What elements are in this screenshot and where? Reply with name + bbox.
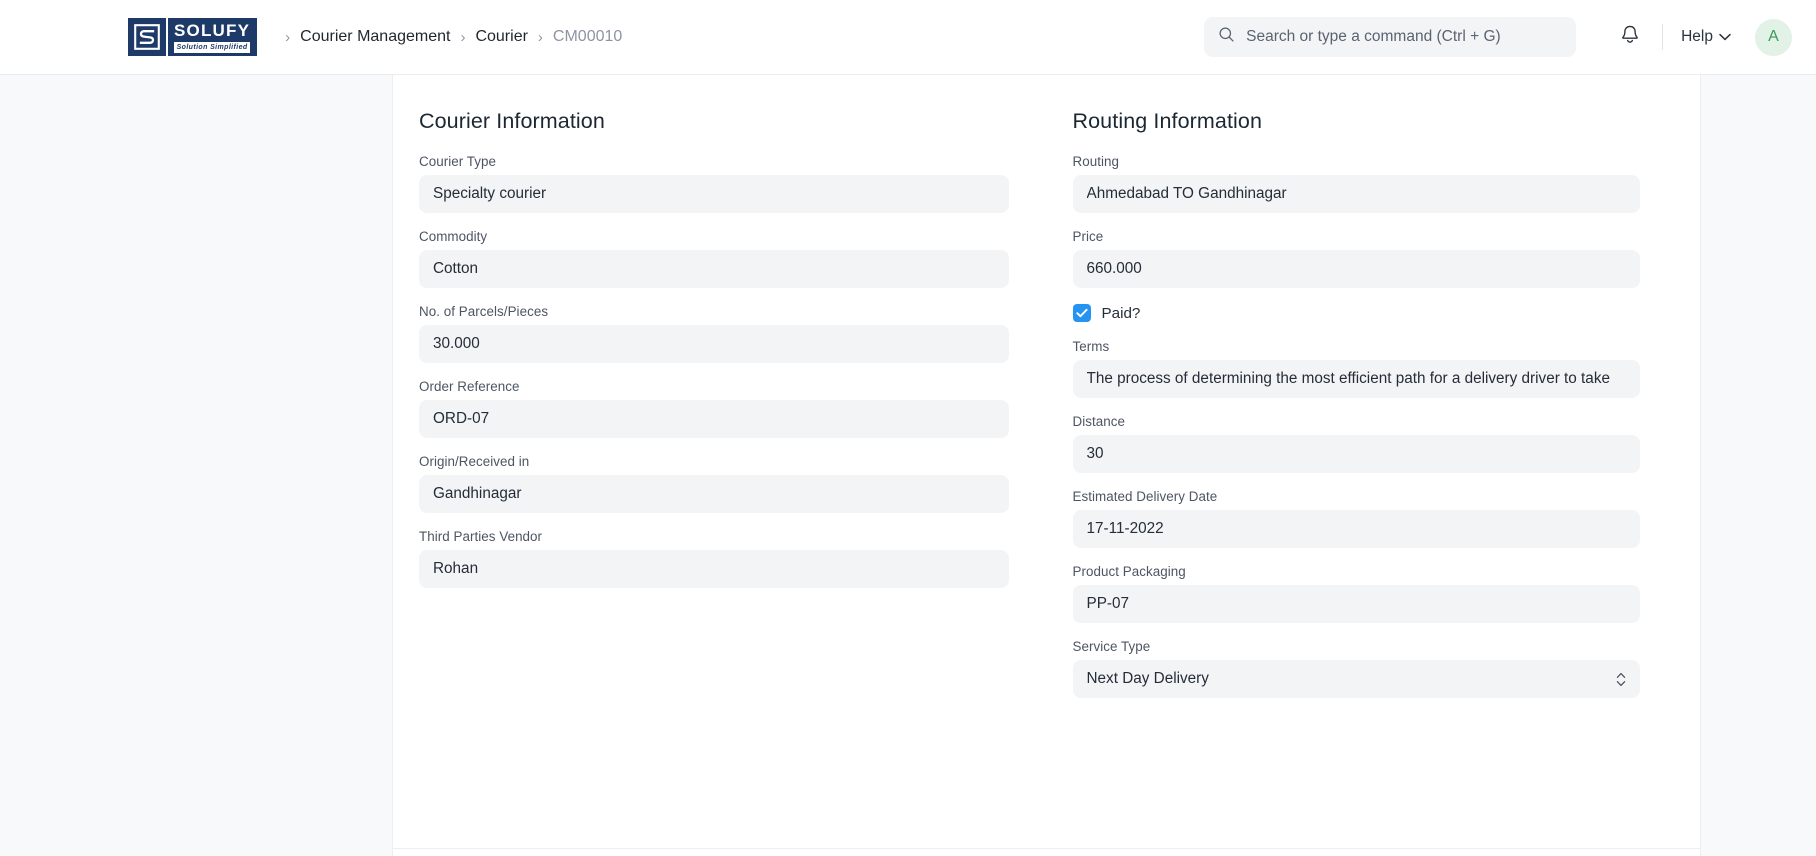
header-actions: Search or type a command (Ctrl + G) Help… [1204, 17, 1792, 57]
field-estimated-delivery-date: Estimated Delivery Date 17-11-2022 [1072, 489, 1640, 548]
value-commodity: Cotton [433, 260, 479, 277]
field-product-packaging: Product Packaging PP-07 [1072, 564, 1640, 623]
field-label-distance: Distance [1072, 414, 1125, 429]
field-order-reference: Order Reference ORD-07 [419, 379, 1009, 438]
app-logo[interactable]: SOLUFY Solution Simplified [128, 18, 258, 56]
field-label-no-of-parcels: No. of Parcels/Pieces [419, 304, 549, 319]
bell-icon [1620, 24, 1640, 50]
field-label-origin-received-in: Origin/Received in [419, 454, 530, 469]
breadcrumb: › Courier Management › Courier › CM00010 [275, 28, 622, 46]
search-input[interactable]: Search or type a command (Ctrl + G) [1204, 17, 1577, 57]
input-order-reference[interactable]: ORD-07 [419, 400, 1009, 438]
input-distance[interactable]: 30 [1072, 435, 1640, 473]
field-label-courier-type: Courier Type [419, 154, 497, 169]
input-estimated-delivery-date[interactable]: 17-11-2022 [1072, 510, 1640, 548]
value-terms: The process of determining the most effi… [1086, 370, 1610, 387]
input-price[interactable]: 660.000 [1072, 250, 1640, 288]
logo-tagline: Solution Simplified [174, 41, 251, 53]
field-terms: Terms The process of determining the mos… [1072, 339, 1640, 398]
routing-information-section: Routing Information Routing Ahmedabad TO… [1047, 109, 1701, 856]
field-label-commodity: Commodity [419, 229, 488, 244]
input-commodity[interactable]: Cotton [419, 250, 1009, 288]
field-label-terms: Terms [1072, 339, 1110, 354]
field-no-of-parcels: No. of Parcels/Pieces 30.000 [419, 304, 1009, 363]
field-label-estimated-delivery-date: Estimated Delivery Date [1072, 489, 1218, 504]
search-icon [1218, 26, 1235, 48]
field-label-service-type: Service Type [1072, 639, 1151, 654]
value-service-type: Next Day Delivery [1086, 670, 1209, 687]
paid-checkbox[interactable] [1072, 304, 1091, 322]
paid-label[interactable]: Paid? [1102, 305, 1141, 322]
courier-information-section: Courier Information Courier Type Special… [393, 109, 1047, 856]
avatar-initial: A [1768, 28, 1779, 45]
breadcrumb-item-current: CM00010 [552, 28, 623, 45]
value-product-packaging: PP-07 [1086, 595, 1130, 612]
input-terms[interactable]: The process of determining the most effi… [1072, 360, 1640, 398]
updown-chevrons-icon [1616, 671, 1626, 688]
check-icon [1075, 308, 1088, 318]
logo-word: SOLUFY [174, 20, 251, 40]
breadcrumb-separator-1: › [460, 28, 466, 46]
input-courier-type[interactable]: Specialty courier [419, 175, 1009, 213]
field-label-price: Price [1072, 229, 1104, 244]
breadcrumb-item-courier[interactable]: Courier [475, 28, 527, 46]
value-routing: Ahmedabad TO Gandhinagar [1086, 185, 1287, 202]
logo-wordmark: SOLUFY Solution Simplified [168, 18, 258, 56]
field-commodity: Commodity Cotton [419, 229, 1009, 288]
chevron-down-icon [1719, 28, 1731, 46]
breadcrumb-item-courier-management[interactable]: Courier Management [300, 28, 450, 46]
input-routing[interactable]: Ahmedabad TO Gandhinagar [1072, 175, 1640, 213]
card-bottom-divider [393, 848, 1700, 849]
value-origin-received-in: Gandhinagar [433, 485, 522, 502]
breadcrumb-separator-0: › [285, 28, 291, 46]
solufy-logo-mark-icon [128, 18, 166, 56]
page-body: Courier Information Courier Type Special… [0, 75, 1816, 856]
field-label-third-parties-vendor: Third Parties Vendor [419, 529, 543, 544]
notifications-button[interactable] [1612, 19, 1648, 55]
value-distance: 30 [1086, 445, 1104, 462]
value-estimated-delivery-date: 17-11-2022 [1086, 520, 1164, 537]
value-third-parties-vendor: Rohan [433, 560, 479, 577]
value-price: 660.000 [1086, 260, 1142, 277]
field-origin-received-in: Origin/Received in Gandhinagar [419, 454, 1009, 513]
field-service-type: Service Type Next Day Delivery [1072, 639, 1640, 698]
input-no-of-parcels[interactable]: 30.000 [419, 325, 1009, 363]
field-price: Price 660.000 [1072, 229, 1640, 288]
field-routing: Routing Ahmedabad TO Gandhinagar [1072, 154, 1640, 213]
top-header-bar: SOLUFY Solution Simplified › Courier Man… [0, 0, 1816, 75]
field-label-routing: Routing [1072, 154, 1120, 169]
field-paid: Paid? [1072, 304, 1641, 322]
input-origin-received-in[interactable]: Gandhinagar [419, 475, 1009, 513]
search-placeholder: Search or type a command (Ctrl + G) [1246, 28, 1501, 46]
help-menu-button[interactable]: Help [1677, 22, 1735, 52]
help-label: Help [1681, 28, 1713, 45]
input-product-packaging[interactable]: PP-07 [1072, 585, 1640, 623]
value-order-reference: ORD-07 [433, 410, 490, 427]
field-third-parties-vendor: Third Parties Vendor Rohan [419, 529, 1009, 588]
field-label-order-reference: Order Reference [419, 379, 520, 394]
courier-detail-card: Courier Information Courier Type Special… [392, 75, 1701, 856]
field-distance: Distance 30 [1072, 414, 1640, 473]
value-no-of-parcels: 30.000 [433, 335, 480, 352]
courier-information-title: Courier Information [419, 109, 605, 133]
select-service-type[interactable]: Next Day Delivery [1072, 660, 1640, 698]
avatar[interactable]: A [1755, 18, 1792, 56]
field-courier-type: Courier Type Specialty courier [419, 154, 1009, 213]
routing-information-title: Routing Information [1072, 109, 1263, 133]
header-divider [1662, 24, 1664, 50]
breadcrumb-separator-2: › [537, 28, 543, 46]
value-courier-type: Specialty courier [433, 185, 547, 202]
field-label-product-packaging: Product Packaging [1072, 564, 1186, 579]
input-third-parties-vendor[interactable]: Rohan [419, 550, 1009, 588]
